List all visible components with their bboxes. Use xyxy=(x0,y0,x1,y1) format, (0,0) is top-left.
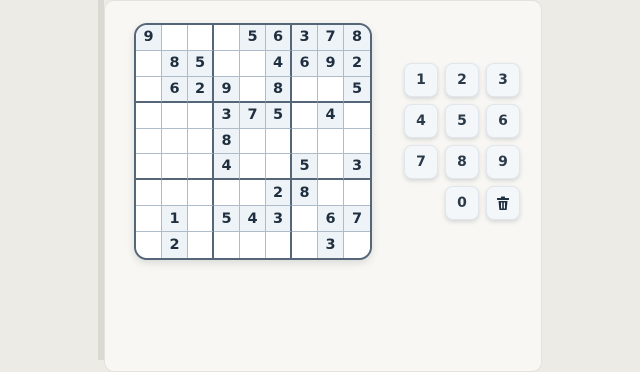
cell-r8-c7[interactable] xyxy=(292,206,318,233)
cell-r1-c4[interactable] xyxy=(214,25,240,51)
key-7[interactable]: 7 xyxy=(404,145,438,179)
cell-r3-c2[interactable]: 6 xyxy=(162,76,188,103)
cell-r8-c1[interactable] xyxy=(136,206,162,233)
cell-r8-c2[interactable]: 1 xyxy=(162,206,188,233)
sudoku-board: 95637885469262985375484532815436723 xyxy=(134,23,372,260)
cell-r1-c2[interactable] xyxy=(162,25,188,51)
key-6[interactable]: 6 xyxy=(486,104,520,138)
cell-r4-c2[interactable] xyxy=(162,102,188,129)
cell-r2-c5[interactable] xyxy=(240,50,266,77)
cell-r2-c7[interactable]: 6 xyxy=(292,50,318,77)
cell-r5-c2[interactable] xyxy=(162,128,188,155)
cell-r9-c1[interactable] xyxy=(136,232,162,258)
cell-r4-c7[interactable] xyxy=(292,102,318,129)
key-0[interactable]: 0 xyxy=(445,186,479,220)
cell-r5-c3[interactable] xyxy=(188,128,214,155)
cell-r2-c6[interactable]: 4 xyxy=(266,50,292,77)
cell-r4-c9[interactable] xyxy=(344,102,370,129)
cell-r6-c6[interactable] xyxy=(266,154,292,181)
cell-r4-c6[interactable]: 5 xyxy=(266,102,292,129)
key-5[interactable]: 5 xyxy=(445,104,479,138)
cell-r8-c6[interactable]: 3 xyxy=(266,206,292,233)
cell-r5-c6[interactable] xyxy=(266,128,292,155)
cell-r3-c1[interactable] xyxy=(136,76,162,103)
cell-r7-c3[interactable] xyxy=(188,180,214,207)
cell-r9-c2[interactable]: 2 xyxy=(162,232,188,258)
cell-r2-c8[interactable]: 9 xyxy=(318,50,344,77)
cell-r3-c5[interactable] xyxy=(240,76,266,103)
cell-r3-c9[interactable]: 5 xyxy=(344,76,370,103)
cell-r2-c1[interactable] xyxy=(136,50,162,77)
cell-r1-c8[interactable]: 7 xyxy=(318,25,344,51)
key-4[interactable]: 4 xyxy=(404,104,438,138)
cell-r1-c6[interactable]: 6 xyxy=(266,25,292,51)
cell-r1-c3[interactable] xyxy=(188,25,214,51)
cell-r9-c9[interactable] xyxy=(344,232,370,258)
cell-r6-c8[interactable] xyxy=(318,154,344,181)
cell-r3-c4[interactable]: 9 xyxy=(214,76,240,103)
cell-r5-c4[interactable]: 8 xyxy=(214,128,240,155)
cell-r8-c8[interactable]: 6 xyxy=(318,206,344,233)
cell-r3-c3[interactable]: 2 xyxy=(188,76,214,103)
cell-r4-c1[interactable] xyxy=(136,102,162,129)
cell-r6-c3[interactable] xyxy=(188,154,214,181)
cell-r9-c3[interactable] xyxy=(188,232,214,258)
cell-r3-c7[interactable] xyxy=(292,76,318,103)
cell-r1-c5[interactable]: 5 xyxy=(240,25,266,51)
cell-r7-c9[interactable] xyxy=(344,180,370,207)
cell-r5-c8[interactable] xyxy=(318,128,344,155)
cell-r7-c4[interactable] xyxy=(214,180,240,207)
key-3[interactable]: 3 xyxy=(486,63,520,97)
cell-r6-c1[interactable] xyxy=(136,154,162,181)
cell-r3-c8[interactable] xyxy=(318,76,344,103)
cell-r8-c3[interactable] xyxy=(188,206,214,233)
cell-r1-c1[interactable]: 9 xyxy=(136,25,162,51)
key-1[interactable]: 1 xyxy=(404,63,438,97)
cell-r7-c1[interactable] xyxy=(136,180,162,207)
cell-r6-c9[interactable]: 3 xyxy=(344,154,370,181)
key-2[interactable]: 2 xyxy=(445,63,479,97)
cell-r7-c6[interactable]: 2 xyxy=(266,180,292,207)
erase-button[interactable] xyxy=(486,186,520,220)
cell-r8-c9[interactable]: 7 xyxy=(344,206,370,233)
cell-r9-c8[interactable]: 3 xyxy=(318,232,344,258)
cell-r6-c5[interactable] xyxy=(240,154,266,181)
trash-icon xyxy=(496,196,510,211)
cell-r5-c5[interactable] xyxy=(240,128,266,155)
cell-r5-c7[interactable] xyxy=(292,128,318,155)
cell-r7-c7[interactable]: 8 xyxy=(292,180,318,207)
cell-r3-c6[interactable]: 8 xyxy=(266,76,292,103)
cell-r4-c4[interactable]: 3 xyxy=(214,102,240,129)
cell-r9-c7[interactable] xyxy=(292,232,318,258)
cell-r9-c5[interactable] xyxy=(240,232,266,258)
cell-r6-c4[interactable]: 4 xyxy=(214,154,240,181)
number-pad: 1 2 3 4 5 6 7 8 9 0 xyxy=(404,63,522,221)
cell-r2-c3[interactable]: 5 xyxy=(188,50,214,77)
cell-r8-c5[interactable]: 4 xyxy=(240,206,266,233)
cell-r6-c7[interactable]: 5 xyxy=(292,154,318,181)
cell-r7-c2[interactable] xyxy=(162,180,188,207)
cell-r4-c8[interactable]: 4 xyxy=(318,102,344,129)
cell-r7-c5[interactable] xyxy=(240,180,266,207)
key-9[interactable]: 9 xyxy=(486,145,520,179)
cell-r1-c7[interactable]: 3 xyxy=(292,25,318,51)
cell-r5-c1[interactable] xyxy=(136,128,162,155)
cell-r9-c6[interactable] xyxy=(266,232,292,258)
cell-r6-c2[interactable] xyxy=(162,154,188,181)
key-8[interactable]: 8 xyxy=(445,145,479,179)
cell-r2-c2[interactable]: 8 xyxy=(162,50,188,77)
cell-r4-c5[interactable]: 7 xyxy=(240,102,266,129)
cell-r7-c8[interactable] xyxy=(318,180,344,207)
cell-r5-c9[interactable] xyxy=(344,128,370,155)
cell-r2-c9[interactable]: 2 xyxy=(344,50,370,77)
cell-r4-c3[interactable] xyxy=(188,102,214,129)
cell-r9-c4[interactable] xyxy=(214,232,240,258)
cell-r2-c4[interactable] xyxy=(214,50,240,77)
cell-r1-c9[interactable]: 8 xyxy=(344,25,370,51)
cell-r8-c4[interactable]: 5 xyxy=(214,206,240,233)
